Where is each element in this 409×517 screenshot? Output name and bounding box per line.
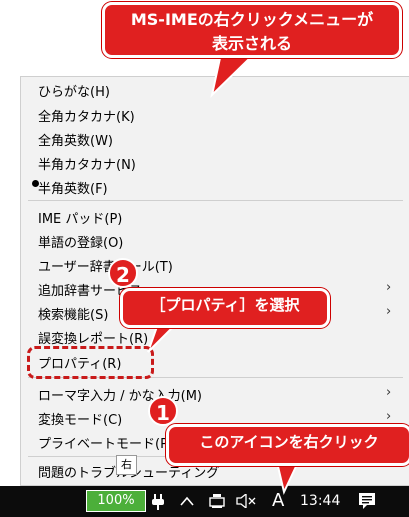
callout-right-click-icon: このアイコンを右クリック <box>166 424 409 466</box>
step-number-badge: 1 <box>148 396 178 426</box>
